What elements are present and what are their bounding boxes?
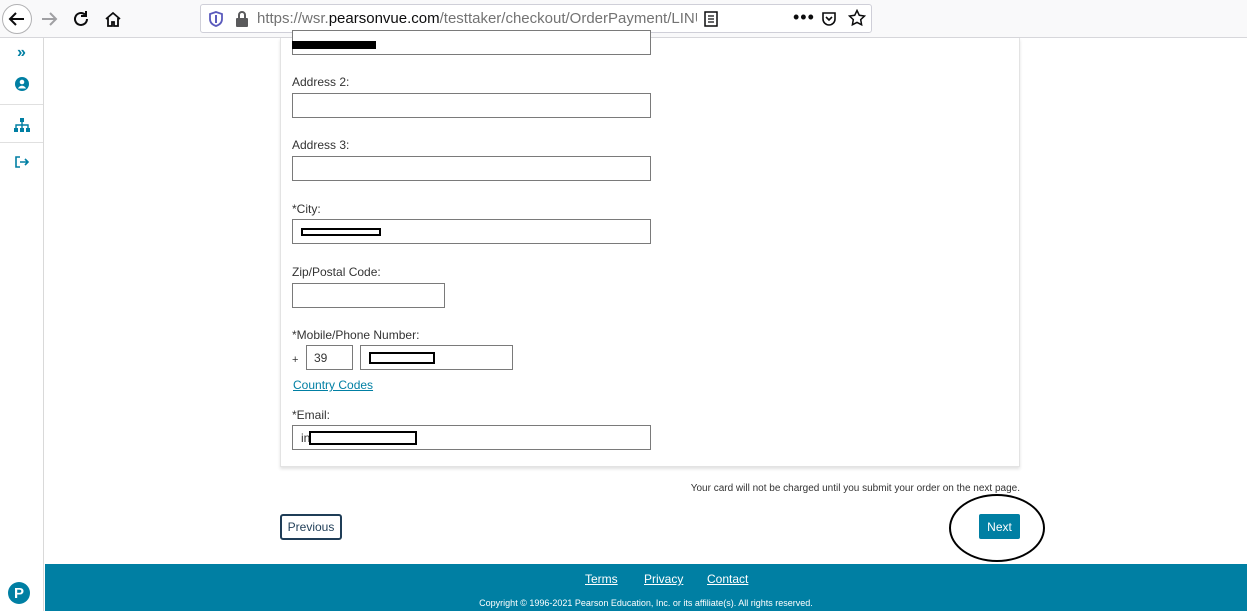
country-code-input[interactable]: 39: [306, 345, 353, 370]
home-icon: [105, 11, 121, 27]
footer-privacy-link[interactable]: Privacy: [644, 572, 683, 586]
reload-icon: [74, 11, 88, 26]
zip-input[interactable]: [292, 283, 445, 308]
country-codes-link[interactable]: Country Codes: [293, 378, 373, 392]
address-bar[interactable]: https://wsr.pearsonvue.com/testtaker/che…: [200, 4, 872, 33]
previous-button[interactable]: Previous: [280, 514, 342, 540]
rail-divider: [0, 104, 43, 105]
sign-out-icon[interactable]: [0, 152, 43, 172]
address3-label: Address 3:: [292, 138, 350, 152]
forward-button[interactable]: [34, 4, 64, 34]
reader-view-icon[interactable]: [704, 11, 718, 27]
pearson-logo[interactable]: P: [8, 582, 30, 604]
pocket-icon[interactable]: [821, 11, 837, 27]
footer-terms-link[interactable]: Terms: [585, 572, 618, 586]
tracking-shield-icon[interactable]: [209, 11, 223, 27]
url-path: /testtaker/checkout/OrderPayment/LINUXPF: [439, 10, 697, 27]
url-host-main: pearsonvue.com: [328, 10, 440, 27]
sitemap-icon[interactable]: [0, 115, 43, 135]
footer-contact-link[interactable]: Contact: [707, 572, 748, 586]
side-rail: » P: [0, 38, 44, 611]
address2-input[interactable]: [292, 93, 651, 118]
account-icon[interactable]: [0, 74, 43, 94]
email-label: *Email:: [292, 408, 331, 422]
arrow-left-icon: [8, 12, 24, 26]
expand-icon[interactable]: »: [0, 42, 43, 64]
zip-label: Zip/Postal Code:: [292, 265, 381, 279]
charge-notice: Your card will not be charged until you …: [690, 483, 1020, 494]
arrow-right-icon: [42, 12, 58, 26]
redacted-phone: [369, 352, 435, 364]
url-host-prefix: https://wsr.: [257, 10, 329, 27]
bookmark-star-icon[interactable]: [848, 9, 866, 27]
redacted-city: [301, 228, 381, 236]
city-label: *City:: [292, 202, 321, 216]
billing-form-card: Address 2: Address 3: *City: Zip/Postal …: [280, 30, 1020, 467]
page-actions-menu-icon[interactable]: •••: [793, 7, 815, 28]
page-footer: Terms Privacy Contact Copyright © 1996-2…: [45, 564, 1247, 611]
url-text[interactable]: https://wsr.pearsonvue.com/testtaker/che…: [257, 10, 697, 27]
reload-button[interactable]: [66, 4, 96, 34]
phone-label: *Mobile/Phone Number:: [292, 328, 420, 342]
rail-divider: [0, 142, 43, 143]
lock-icon[interactable]: [235, 10, 249, 28]
address2-label: Address 2:: [292, 75, 350, 89]
home-button[interactable]: [98, 4, 128, 34]
next-button[interactable]: Next: [979, 514, 1020, 539]
address3-input[interactable]: [292, 156, 651, 181]
redacted-area: [731, 7, 776, 31]
redacted-email: [309, 431, 417, 445]
footer-copyright: Copyright © 1996-2021 Pearson Education,…: [479, 598, 813, 608]
phone-plus-sign: +: [292, 354, 299, 366]
back-button[interactable]: [2, 4, 32, 34]
redacted-address1: [292, 41, 376, 49]
